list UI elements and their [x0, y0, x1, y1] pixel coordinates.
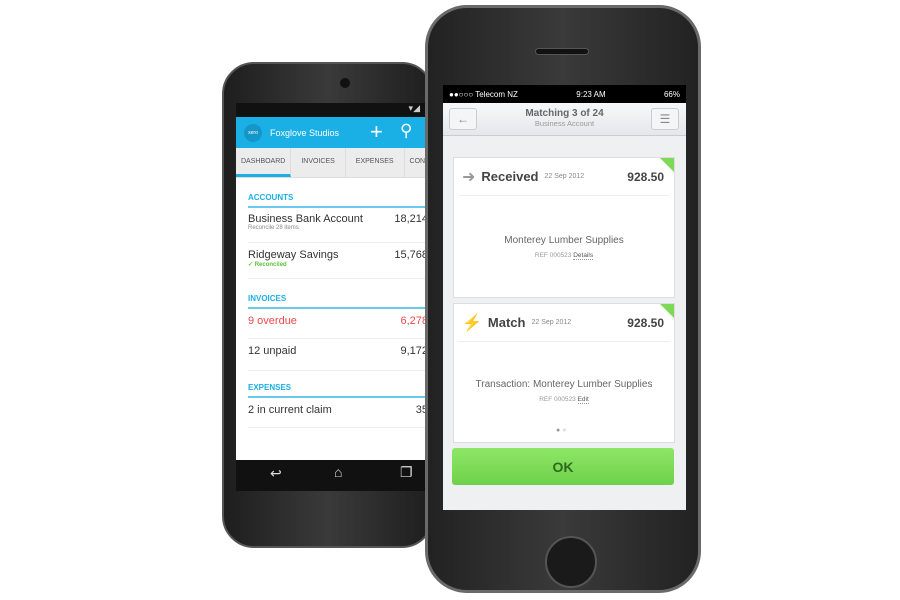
xero-logo: xero — [244, 123, 262, 142]
payee: Transaction: Monterey Lumber Supplies — [475, 379, 653, 390]
arrow-right-icon: ➜ — [462, 168, 476, 186]
android-screen: ▾◢ xero Foxglove Studios + ⚲ DASHBOARD I… — [236, 103, 428, 491]
tab-expenses[interactable]: EXPENSES — [346, 148, 405, 177]
page-title: Matching 3 of 24 — [525, 108, 604, 119]
tab-bar: DASHBOARD INVOICES EXPENSES CON — [236, 148, 428, 178]
tab-dashboard[interactable]: DASHBOARD — [236, 148, 292, 177]
reference: REF 000523 — [534, 252, 572, 259]
invoice-amount: 6,278 — [400, 315, 428, 327]
add-icon[interactable]: + — [370, 119, 383, 145]
time: 9:23 AM — [576, 89, 606, 99]
expenses-heading: EXPENSES — [248, 383, 428, 398]
tab-invoices[interactable]: INVOICES — [291, 148, 346, 177]
account-sub: Reconcile 28 items — [248, 225, 299, 231]
invoice-amount: 9,172 — [400, 345, 428, 357]
status-bar: ▾◢ — [236, 103, 428, 117]
card-amount: 928.50 — [627, 170, 664, 184]
payee: Monterey Lumber Supplies — [504, 235, 624, 246]
iphone-screen: ●●○○○ Telecom NZ 9:23 AM 66% ← Matching … — [443, 85, 686, 510]
page-subtitle: Business Account — [534, 119, 595, 128]
nav-header: ← Matching 3 of 24 Business Account ☰ — [443, 103, 686, 136]
camera — [340, 78, 350, 88]
received-card[interactable]: ➜ Received 22 Sep 2012 928.50 Monterey L… — [453, 157, 675, 298]
invoice-row[interactable]: 12 unpaid 9,172 — [248, 345, 428, 371]
account-row[interactable]: Ridgeway Savings ✓ Reconciled 15,768 — [248, 249, 428, 279]
nav-bar: ↩ ⌂ ❐ — [236, 460, 428, 491]
back-button[interactable]: ← — [449, 108, 477, 130]
accounts-heading: ACCOUNTS — [248, 193, 428, 208]
account-sub: ✓ Reconciled — [248, 262, 287, 268]
home-button[interactable] — [545, 536, 597, 588]
expense-row[interactable]: 2 in current claim 35 — [248, 404, 428, 428]
home-icon[interactable]: ⌂ — [334, 464, 342, 480]
ok-button[interactable]: OK — [452, 448, 674, 485]
account-amount: 18,214 — [394, 213, 428, 225]
app-title: Foxglove Studios — [270, 127, 340, 138]
card-amount: 928.50 — [627, 316, 664, 330]
reference: REF 000523 — [539, 396, 576, 403]
wifi-signal-icon: ▾◢ — [408, 103, 420, 113]
card-date: 22 Sep 2012 — [531, 319, 572, 326]
card-date: 22 Sep 2012 — [544, 173, 585, 180]
back-icon[interactable]: ↩ — [270, 465, 282, 482]
account-row[interactable]: Business Bank Account Reconcile 28 items… — [248, 213, 428, 243]
card-title: Match — [487, 315, 526, 330]
battery: 66% — [663, 89, 680, 99]
card-title: Received — [481, 169, 539, 184]
page-dots[interactable]: ● ● — [556, 427, 566, 434]
edit-link[interactable]: Edit — [577, 396, 589, 404]
invoice-row[interactable]: 9 overdue 6,278 — [248, 315, 428, 339]
menu-button[interactable]: ☰ — [651, 108, 679, 130]
speaker — [535, 48, 589, 55]
account-amount: 15,768 — [394, 249, 428, 261]
expense-label: 2 in current claim — [248, 404, 332, 416]
invoices-heading: INVOICES — [248, 294, 428, 309]
carrier: ●●○○○ Telecom NZ — [449, 89, 518, 99]
match-card[interactable]: ⚡ Match 22 Sep 2012 928.50 Transaction: … — [453, 303, 675, 443]
app-bar: xero Foxglove Studios + ⚲ — [236, 117, 428, 148]
recents-icon[interactable]: ❐ — [400, 464, 413, 481]
lightning-icon: ⚡ — [462, 314, 482, 332]
search-icon[interactable]: ⚲ — [400, 121, 412, 141]
status-bar: ●●○○○ Telecom NZ 9:23 AM 66% — [443, 85, 686, 103]
details-link[interactable]: Details — [573, 252, 594, 260]
